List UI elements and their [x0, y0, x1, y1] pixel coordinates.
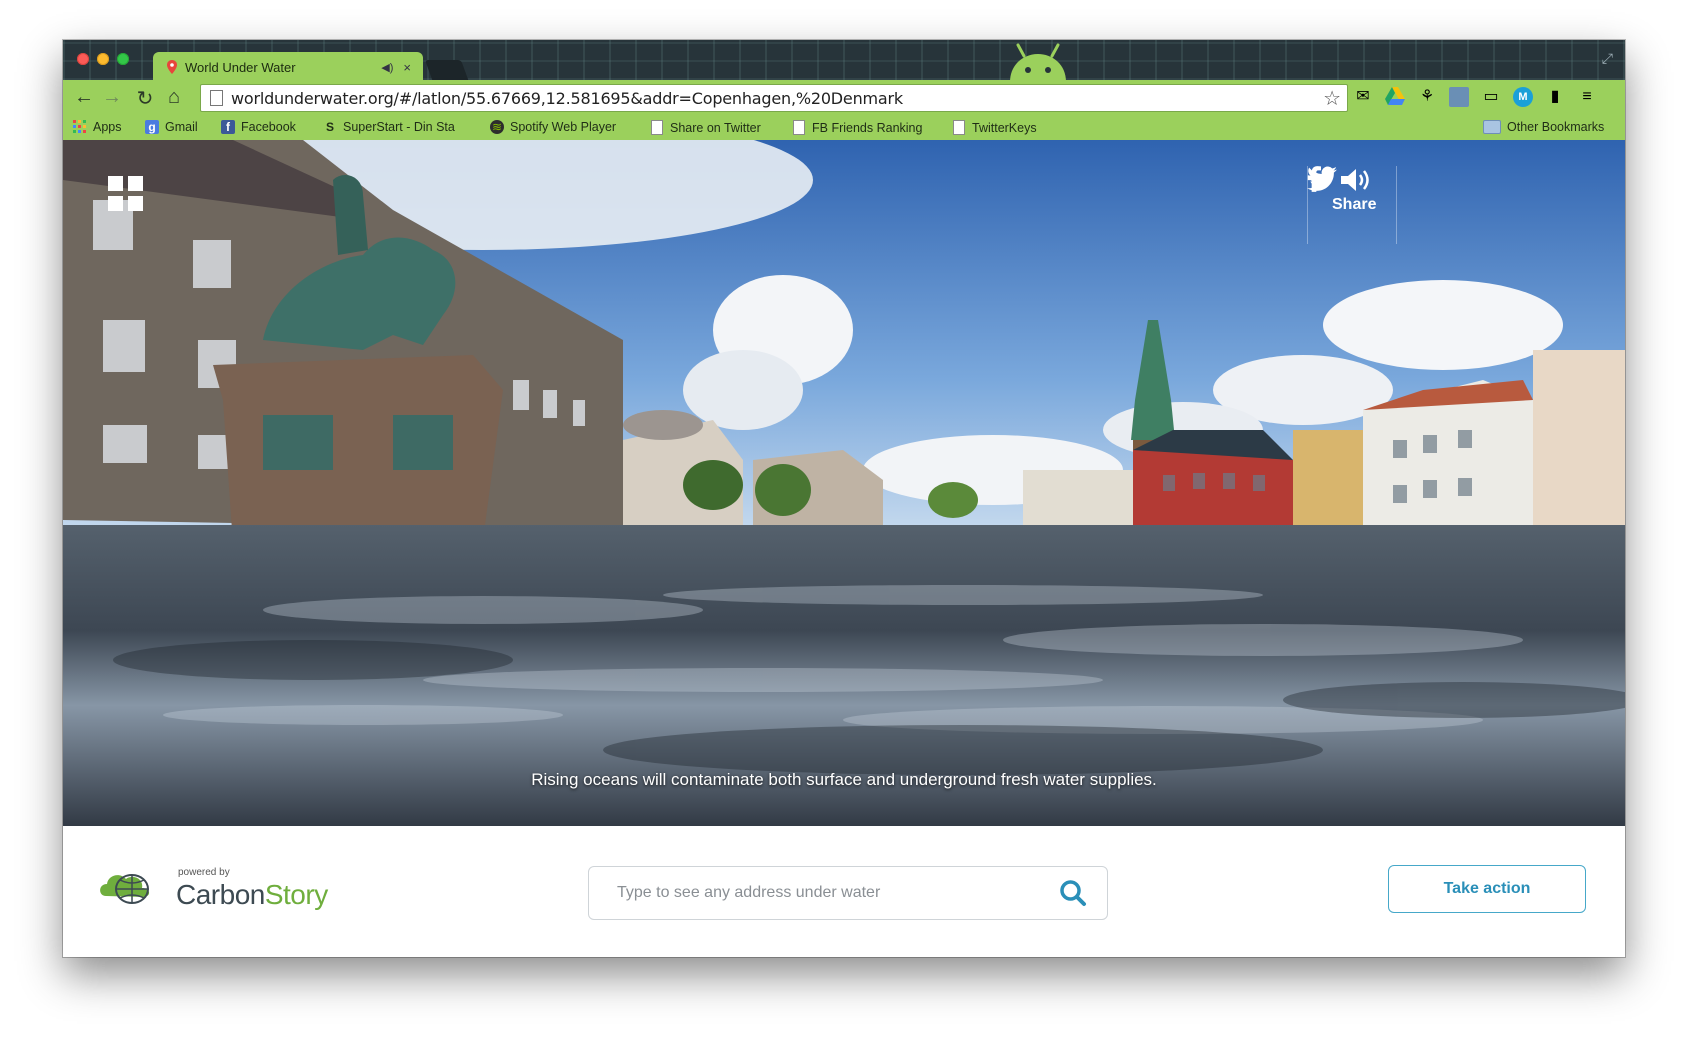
reload-icon[interactable]: ↻	[134, 86, 156, 111]
new-tab-button[interactable]	[424, 60, 470, 82]
other-bookmarks[interactable]: Other Bookmarks	[1483, 120, 1604, 134]
powered-by-label: powered by	[178, 867, 230, 878]
footer-bar: powered by CarbonStory Take action	[63, 826, 1625, 957]
bookmark-gmail[interactable]: g Gmail	[145, 120, 198, 134]
spotify-icon: ≋	[490, 120, 504, 134]
minimize-window-button[interactable]	[97, 53, 109, 65]
page-icon	[953, 120, 965, 135]
forward-arrow-icon[interactable]: →	[101, 86, 123, 109]
mail-icon[interactable]: ✉	[1353, 87, 1373, 107]
m-extension-icon[interactable]: M	[1513, 87, 1533, 107]
map-pin-icon	[167, 60, 177, 74]
divider	[1396, 166, 1398, 244]
browser-tab[interactable]: World Under Water ◀) ×	[153, 52, 423, 82]
cast-icon[interactable]: ▭	[1481, 87, 1501, 107]
bookmark-fb-friends[interactable]: FB Friends Ranking	[793, 120, 922, 135]
id-extension-icon[interactable]: ▮	[1545, 87, 1565, 107]
tab-audio-icon: ◀)	[381, 61, 394, 74]
share-label: Share	[1332, 196, 1377, 213]
drive-icon[interactable]	[1385, 87, 1405, 107]
facebook-icon[interactable]	[1307, 166, 1321, 192]
address-search-input[interactable]	[615, 883, 1053, 903]
title-bar: World Under Water ◀) × ⤢	[63, 40, 1625, 82]
sound-icon[interactable]	[1339, 166, 1373, 194]
bookmark-twitterkeys[interactable]: TwitterKeys	[953, 120, 1037, 135]
bookmark-facebook[interactable]: f Facebook	[221, 120, 296, 134]
menu-icon[interactable]: ≡	[1577, 87, 1597, 107]
bookmarks-bar: Apps g Gmail f Facebook S SuperStart - D…	[63, 114, 1625, 141]
take-action-button[interactable]: Take action	[1388, 865, 1586, 913]
bookmark-star-icon[interactable]: ☆	[1323, 86, 1341, 111]
bookmark-spotify[interactable]: ≋ Spotify Web Player	[490, 120, 616, 134]
back-arrow-icon[interactable]: ←	[73, 86, 95, 109]
superstart-icon: S	[325, 120, 334, 134]
bookmark-apps[interactable]: Apps	[73, 120, 122, 134]
avatar-extension-icon[interactable]	[1449, 87, 1469, 107]
facebook-icon: f	[221, 120, 235, 134]
share-bar: Share	[1307, 166, 1398, 244]
search-button[interactable]	[1053, 873, 1093, 913]
google-icon: g	[145, 120, 159, 134]
address-search	[588, 866, 1108, 920]
bookmark-share-twitter[interactable]: Share on Twitter	[651, 120, 761, 135]
page-icon	[651, 120, 663, 135]
android-logo-icon	[1010, 43, 1066, 82]
street-view-panorama[interactable]: Share Rising oceans will contaminate bot…	[63, 140, 1625, 826]
url-text[interactable]: worldunderwater.org/#/latlon/55.67669,12…	[231, 89, 1323, 108]
home-icon[interactable]: ⌂	[163, 86, 185, 109]
extension-icon[interactable]: ⚘	[1417, 87, 1437, 107]
tab-title: World Under Water	[185, 59, 296, 75]
close-window-button[interactable]	[77, 53, 89, 65]
caption-text: Rising oceans will contaminate both surf…	[531, 770, 1157, 789]
menu-grid-icon[interactable]	[108, 176, 144, 212]
apps-grid-icon	[73, 120, 86, 133]
zoom-window-button[interactable]	[117, 53, 129, 65]
browser-window: World Under Water ◀) × ⤢ ← → ↻ ⌂ worldun…	[63, 40, 1625, 957]
page-icon	[210, 90, 223, 106]
page-icon	[793, 120, 805, 135]
bookmark-superstart[interactable]: S SuperStart - Din Sta	[323, 120, 455, 134]
browser-toolbar: ← → ↻ ⌂ worldunderwater.org/#/latlon/55.…	[63, 80, 1625, 114]
folder-icon	[1483, 120, 1501, 134]
address-bar[interactable]: worldunderwater.org/#/latlon/55.67669,12…	[200, 84, 1348, 112]
search-icon	[1060, 880, 1086, 906]
carbonstory-logo-icon[interactable]	[96, 866, 166, 906]
brand-name[interactable]: CarbonStory	[176, 879, 328, 911]
fullscreen-icon[interactable]: ⤢	[1602, 50, 1613, 67]
tab-close-icon[interactable]: ×	[403, 60, 411, 75]
